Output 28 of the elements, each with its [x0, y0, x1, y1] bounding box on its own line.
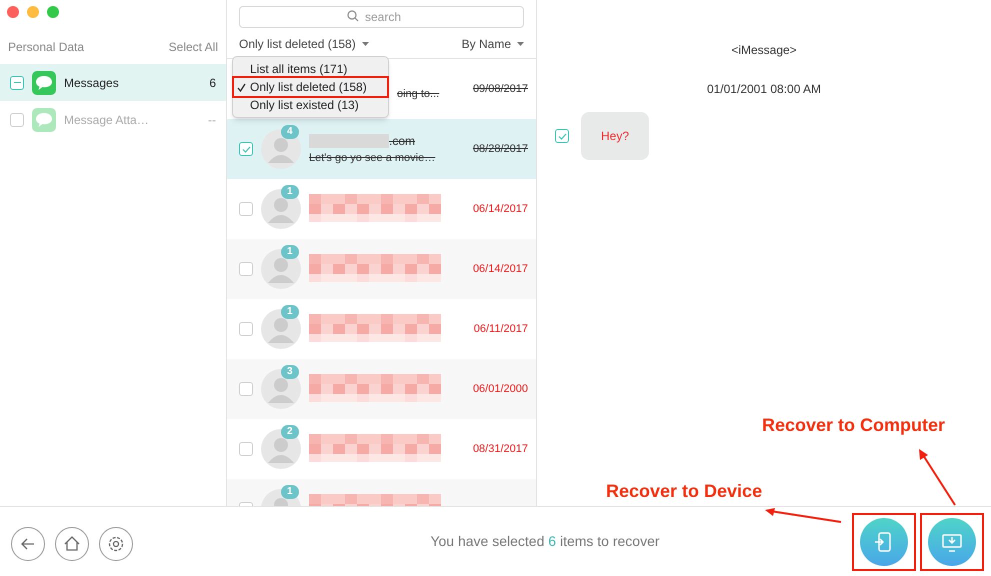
conversation-title: <iMessage> [731, 42, 797, 59]
count-badge: 1 [281, 485, 299, 499]
category-label: Messages [64, 74, 120, 92]
message-date: 06/01/2000 [472, 382, 528, 397]
section-title: Personal Data [8, 39, 84, 56]
message-preview: oing to... [397, 86, 440, 102]
contact-name: .com [389, 132, 416, 150]
item-count: 6 [209, 74, 216, 92]
message-date: 06/14/2017 [472, 262, 528, 277]
count-badge: 4 [281, 125, 299, 139]
count-badge: 1 [281, 185, 299, 199]
message-time: 01/01/2001 08:00 AM [706, 81, 822, 98]
message-bubble: Hey? [581, 112, 649, 160]
annotation-label: Recover to Device [606, 480, 762, 503]
message-date: 06/11/2017 [474, 322, 528, 337]
item-count: -- [208, 112, 216, 128]
annotation-label: Recover to Computer [762, 414, 946, 437]
selection-status: You have selected 6 items to recover [430, 532, 660, 551]
count-badge: 2 [281, 425, 299, 439]
message-date: 08/31/2017 [472, 442, 528, 457]
message-preview: Let's go yo see a movie… [309, 150, 436, 166]
count-badge: 1 [281, 245, 299, 259]
message-date: 08/28/2017 [472, 142, 528, 157]
message-date: 09/08/2017 [472, 82, 528, 97]
message-date: 06/14/2017 [472, 202, 528, 217]
count-badge: 1 [281, 305, 299, 319]
count-badge: 3 [281, 365, 299, 379]
category-label: Message Atta… [64, 112, 150, 128]
